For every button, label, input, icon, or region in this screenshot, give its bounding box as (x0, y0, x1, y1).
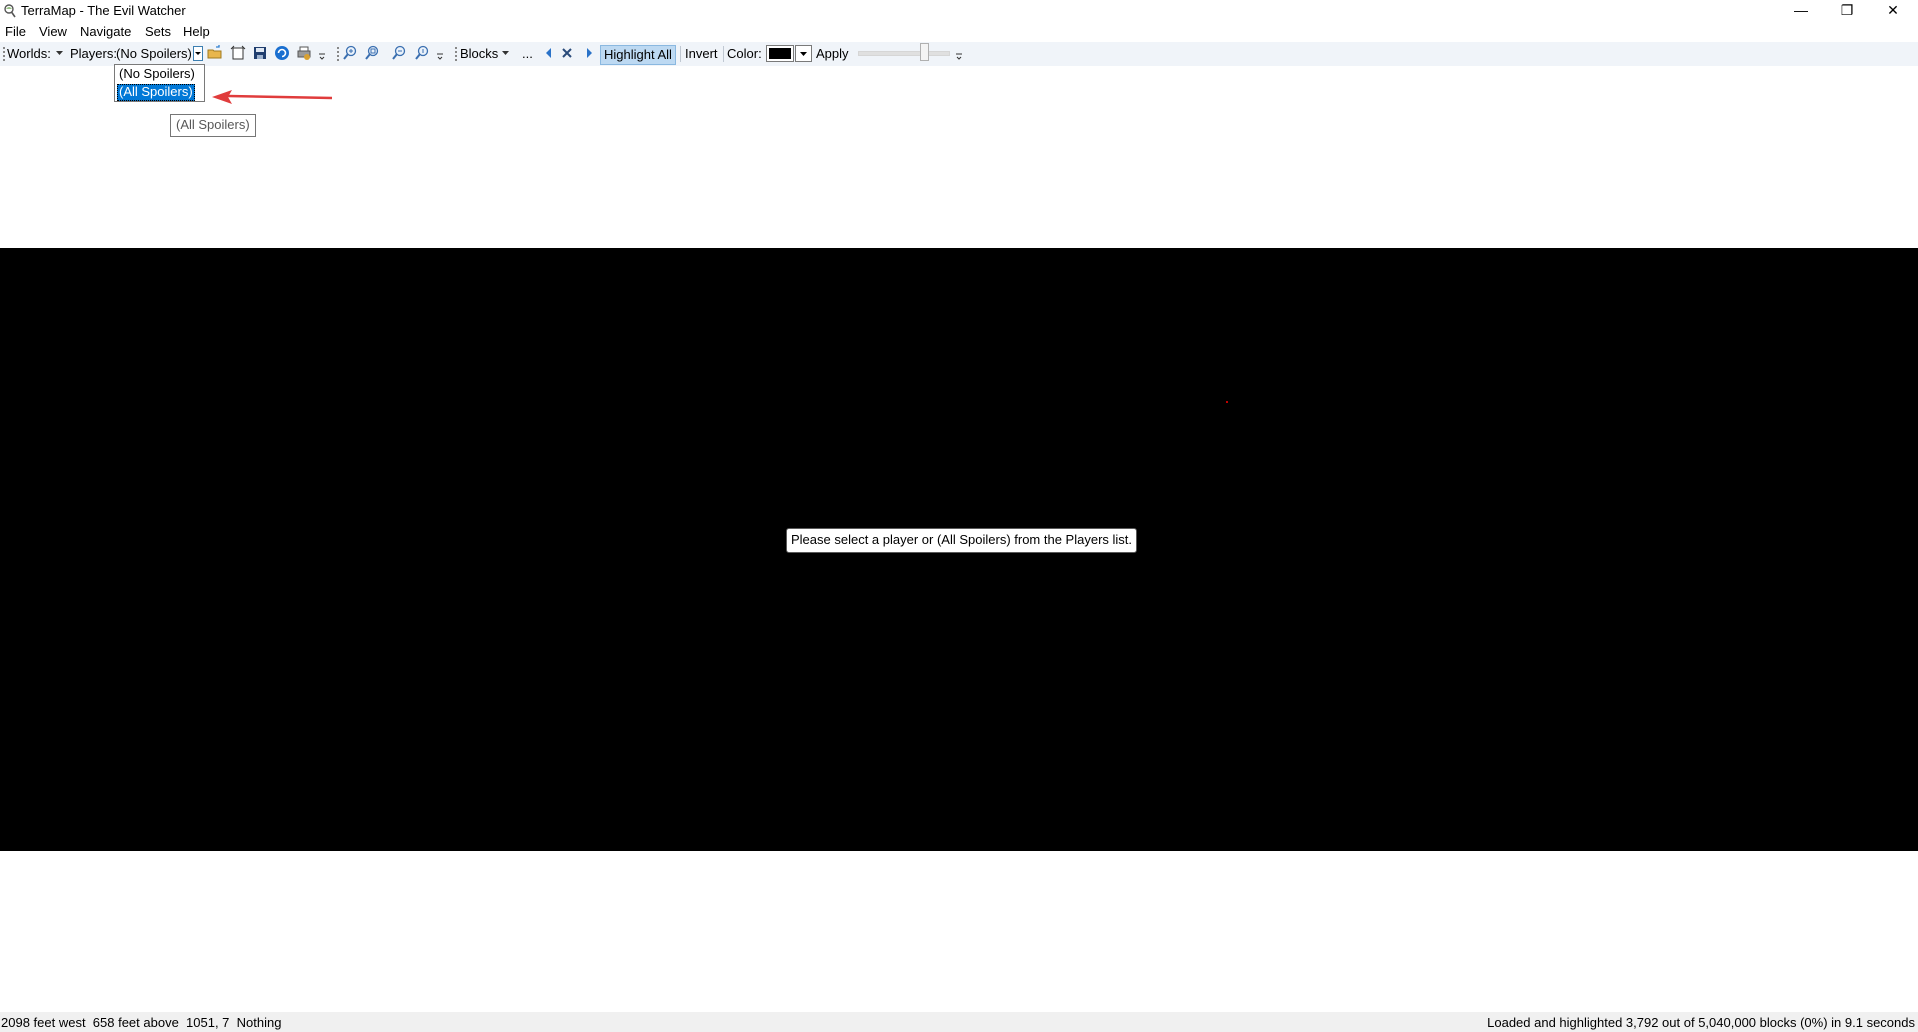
menu-view[interactable]: View (39, 24, 67, 39)
web-refresh-icon[interactable] (274, 45, 290, 61)
toolbar-grip-3[interactable] (455, 47, 457, 61)
minimize-button[interactable]: — (1778, 0, 1824, 22)
color-label: Color: (727, 46, 762, 61)
players-label: Players: (70, 46, 117, 61)
map-canvas[interactable]: Please select a player or (All Spoilers)… (0, 248, 1918, 851)
menu-sets[interactable]: Sets (145, 24, 171, 39)
zoom-actual-icon[interactable] (414, 45, 430, 61)
zoom-out-icon[interactable] (391, 45, 407, 61)
color-swatch-fill (769, 48, 791, 59)
toolbar-separator (680, 46, 681, 62)
blocks-dropdown-icon[interactable] (502, 50, 509, 56)
save-icon[interactable] (252, 45, 268, 61)
chevron-down-icon (800, 52, 807, 56)
players-dropdown-list: (No Spoilers) (All Spoilers) (114, 64, 205, 102)
overflow-chevron-icon[interactable] (318, 52, 326, 60)
map-message: Please select a player or (All Spoilers)… (786, 528, 1138, 553)
clear-icon[interactable] (559, 45, 575, 61)
worlds-label[interactable]: Worlds: (7, 46, 51, 61)
menu-bar: File View Navigate Sets Help (0, 22, 1918, 41)
more-button[interactable]: ... (522, 46, 533, 61)
zoom-fit-icon[interactable] (364, 45, 380, 61)
title-bar: TerraMap - The Evil Watcher — ❐ ✕ (0, 0, 1918, 22)
toolbar: Worlds: Players: (No Spoilers) Blocks ..… (0, 42, 1918, 66)
next-icon[interactable] (581, 45, 597, 61)
toolbar-grip[interactable] (3, 47, 5, 61)
print-icon[interactable] (296, 45, 312, 61)
load-status: Loaded and highlighted 3,792 out of 5,04… (1487, 1015, 1915, 1030)
open-folder-icon[interactable] (207, 45, 223, 61)
color-picker-swatch[interactable] (766, 45, 794, 62)
restore-button[interactable]: ❐ (1824, 0, 1870, 22)
overflow-chevron-icon-3[interactable] (955, 52, 963, 60)
blocks-dropdown[interactable]: Blocks (460, 46, 498, 61)
apply-button[interactable]: Apply (816, 46, 849, 61)
tooltip: (All Spoilers) (170, 114, 256, 137)
cursor-position-status: 2098 feet west 658 feet above 1051, 7 No… (1, 1015, 282, 1030)
close-button[interactable]: ✕ (1870, 0, 1916, 22)
opacity-slider-thumb[interactable] (920, 43, 929, 61)
annotation-arrow-icon (212, 90, 333, 104)
invert-button[interactable]: Invert (685, 46, 718, 61)
terramap-app-icon (4, 4, 16, 18)
menu-navigate[interactable]: Navigate (80, 24, 131, 39)
overflow-chevron-icon-2[interactable] (436, 52, 444, 60)
color-picker-dropdown[interactable] (795, 45, 812, 62)
previous-icon[interactable] (541, 45, 557, 61)
option-no-spoilers[interactable]: (No Spoilers) (117, 66, 197, 83)
players-combo[interactable]: (No Spoilers) (116, 46, 192, 61)
toolbar-grip-2[interactable] (337, 47, 339, 61)
menu-file[interactable]: File (5, 24, 26, 39)
status-bar: 2098 feet west 658 feet above 1051, 7 No… (0, 1012, 1918, 1032)
chevron-down-icon (195, 52, 201, 55)
zoom-in-icon[interactable] (342, 45, 358, 61)
toolbar-separator-2 (723, 46, 724, 62)
screenshot-icon[interactable] (230, 45, 246, 61)
map-marker (1226, 401, 1228, 403)
menu-help[interactable]: Help (183, 24, 210, 39)
players-combo-arrow[interactable] (193, 46, 203, 61)
worlds-dropdown-icon[interactable] (56, 50, 63, 56)
highlight-all-button[interactable]: Highlight All (600, 45, 676, 65)
window-title: TerraMap - The Evil Watcher (21, 3, 186, 18)
opacity-slider[interactable] (858, 51, 950, 56)
option-all-spoilers[interactable]: (All Spoilers) (117, 84, 195, 101)
